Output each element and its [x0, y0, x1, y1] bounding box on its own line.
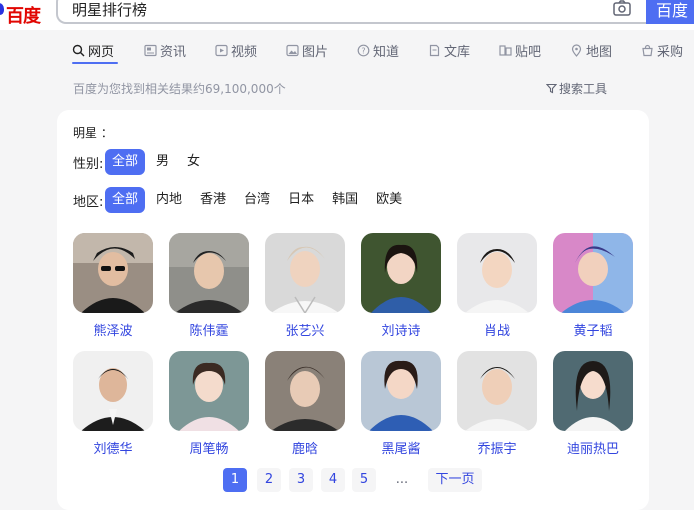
region-western[interactable]: 欧美 [369, 187, 409, 213]
celebrity-photo[interactable] [553, 233, 633, 313]
celebrity-name[interactable]: 肖战 [457, 320, 537, 339]
celebrity-photo[interactable] [265, 233, 345, 313]
gender-all[interactable]: 全部 [105, 149, 146, 175]
tab-map[interactable]: 地图 [570, 40, 612, 60]
search-tools-button[interactable]: 搜索工具 [546, 80, 607, 97]
image-icon [286, 44, 299, 56]
tab-images[interactable]: 图片 [286, 40, 328, 60]
news-icon [144, 44, 157, 56]
region-japan[interactable]: 日本 [281, 187, 321, 213]
tab-news[interactable]: 资讯 [144, 40, 186, 60]
search-tools-label: 搜索工具 [559, 82, 608, 96]
celebrity-photo[interactable] [361, 233, 441, 313]
region-hongkong[interactable]: 香港 [193, 187, 233, 213]
page-5[interactable]: 5 [352, 468, 376, 492]
celebrity-photo[interactable] [457, 233, 537, 313]
result-count: 百度为您找到相关结果约69,100,000个 [73, 82, 286, 96]
map-icon [571, 43, 582, 57]
celebrity-name[interactable]: 黄子韬 [553, 320, 633, 339]
gender-male[interactable]: 男 [149, 149, 176, 175]
camera-icon[interactable] [612, 0, 632, 18]
celebrity-name[interactable]: 乔振宇 [457, 438, 537, 457]
search-icon [72, 44, 85, 56]
tab-zhidao-label: 知道 [373, 44, 400, 60]
celebrity-name[interactable]: 黑尾酱 [361, 438, 441, 457]
gender-filter: 性别: 全部 男 女 [73, 149, 211, 175]
celebrity-name[interactable]: 刘诗诗 [361, 320, 441, 339]
region-mainland[interactable]: 内地 [149, 187, 189, 213]
tab-wenku[interactable]: 文库 [428, 40, 470, 60]
tab-web-label: 网页 [88, 44, 115, 60]
tab-video-label: 视频 [231, 44, 258, 60]
tab-zhidao[interactable]: ? 知道 [357, 40, 399, 60]
tab-tieba-label: 贴吧 [515, 44, 542, 60]
page-ellipsis: ... [395, 472, 409, 487]
shopping-icon [642, 44, 653, 56]
page-1[interactable]: 1 [223, 468, 247, 492]
logo-text: 百度 [6, 6, 41, 27]
region-taiwan[interactable]: 台湾 [237, 187, 277, 213]
question-icon: ? [357, 44, 370, 56]
celebrity-photo[interactable] [169, 233, 249, 313]
filter-icon [546, 83, 557, 94]
celebrity-photo[interactable] [457, 351, 537, 431]
celebrity-name[interactable]: 鹿晗 [265, 438, 345, 457]
paw-icon [0, 3, 4, 15]
top-bar: 百度 百度 [0, 0, 694, 30]
pagination: 1 2 3 4 5 ... 下一页 [0, 468, 694, 492]
next-page-button[interactable]: 下一页 [428, 468, 482, 492]
card-title: 明星 ： [73, 126, 113, 140]
tab-news-label: 资讯 [160, 44, 187, 60]
gender-female[interactable]: 女 [180, 149, 207, 175]
celebrity-name[interactable]: 陈伟霆 [169, 320, 249, 339]
tab-video[interactable]: 视频 [215, 40, 257, 60]
celebrity-name[interactable]: 熊泽波 [73, 320, 153, 339]
active-tab-indicator [72, 62, 118, 64]
search-input[interactable] [72, 0, 592, 20]
tab-images-label: 图片 [302, 44, 329, 60]
baidu-logo[interactable]: 百度 [0, 0, 44, 27]
video-icon [215, 44, 228, 56]
celebrity-photo[interactable] [361, 351, 441, 431]
page-3[interactable]: 3 [289, 468, 313, 492]
region-all[interactable]: 全部 [105, 187, 146, 213]
celebrity-name[interactable]: 张艺兴 [265, 320, 345, 339]
region-filter: 地区: 全部 内地 香港 台湾 日本 韩国 欧美 [73, 187, 413, 213]
svg-text:?: ? [361, 46, 365, 55]
tab-web[interactable]: 网页 [72, 40, 114, 60]
tab-shopping-label: 采购 [657, 44, 684, 60]
tab-wenku-label: 文库 [444, 44, 471, 60]
search-button[interactable]: 百度 [646, 0, 694, 24]
search-box [56, 0, 646, 24]
tab-shopping[interactable]: 采购 [641, 40, 683, 60]
celebrity-name[interactable]: 迪丽热巴 [553, 438, 633, 457]
celebrity-photo[interactable] [169, 351, 249, 431]
gender-label: 性别: [73, 156, 104, 172]
celebrity-photo[interactable] [553, 351, 633, 431]
celebrity-name[interactable]: 周笔畅 [169, 438, 249, 457]
tab-map-label: 地图 [586, 44, 613, 60]
page-4[interactable]: 4 [321, 468, 345, 492]
celebrity-name[interactable]: 刘德华 [73, 438, 153, 457]
region-korea[interactable]: 韩国 [325, 187, 365, 213]
document-icon [429, 44, 440, 56]
celebrity-photo[interactable] [73, 351, 153, 431]
region-label: 地区: [73, 194, 104, 210]
page-2[interactable]: 2 [257, 468, 281, 492]
celebrity-photo[interactable] [73, 233, 153, 313]
tab-tieba[interactable]: 贴吧 [499, 40, 541, 60]
tieba-icon [499, 44, 512, 56]
celebrity-photo[interactable] [265, 351, 345, 431]
